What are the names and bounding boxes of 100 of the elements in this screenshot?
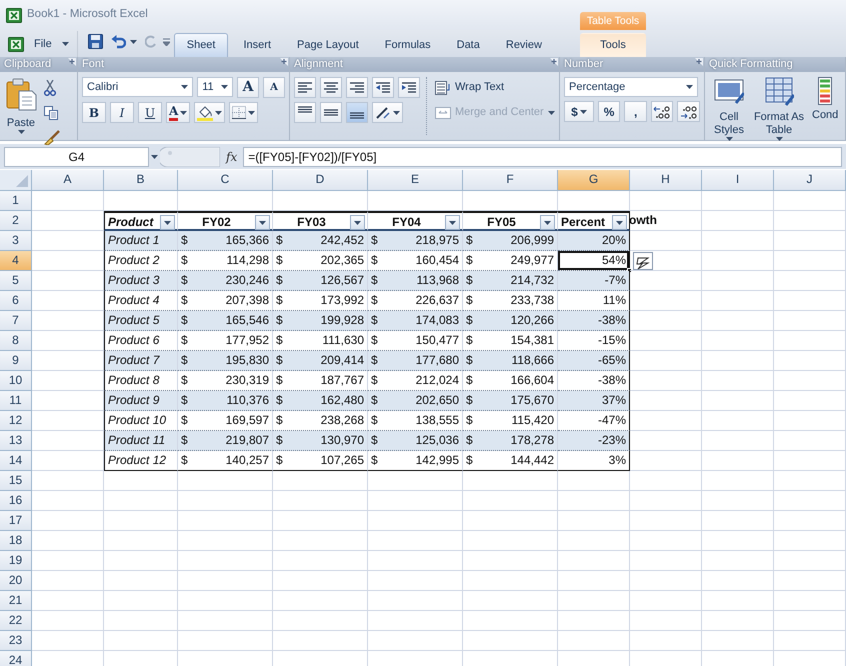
caret-icon [776,137,782,141]
row-header[interactable]: 23 [0,631,32,651]
insert-function-button[interactable]: fx [220,148,244,166]
empty-cell [702,551,774,571]
column-header[interactable]: I [702,170,774,191]
row-header[interactable]: 1 [0,191,32,211]
autocorrect-options-button[interactable] [633,252,653,270]
conditional-button[interactable]: Cond [811,77,840,141]
column-header[interactable]: F [463,170,558,191]
column-header[interactable]: E [368,170,463,191]
vertical-align-button[interactable] [346,102,368,123]
borders-button[interactable] [229,102,258,123]
name-box[interactable]: G4 [4,146,149,166]
row-header[interactable]: 9 [0,351,32,371]
ribbon-tab[interactable]: Insert [230,33,284,57]
currency-style-button[interactable]: $ [564,101,594,122]
row-header[interactable]: 14 [0,451,32,471]
format-painter-button[interactable] [42,127,62,148]
bold-button[interactable]: B [82,102,106,123]
fill-color-button[interactable] [194,102,226,123]
number-format-dropdown[interactable]: Percentage [564,77,698,97]
italic-button[interactable]: I [110,102,134,123]
column-header[interactable]: B [104,170,178,191]
row-header[interactable]: 4 [0,251,32,271]
row-header[interactable]: 7 [0,311,32,331]
filter-dropdown-button[interactable] [612,215,627,230]
vertical-align-button[interactable] [320,102,342,123]
formula-field[interactable]: =([FY05]-[FY02])/[FY05] [243,146,842,166]
file-menu-button[interactable]: File [0,31,77,57]
increase-decimal-button[interactable] [650,101,674,122]
dialog-launcher-icon[interactable] [279,57,289,67]
dialog-launcher-icon[interactable] [67,57,77,67]
amount-cell: $ 199,928 [273,311,368,331]
amount-cell: $ 140,257 [178,451,273,471]
filter-dropdown-button[interactable] [445,215,460,230]
toolbar-dropdown-icon[interactable] [162,38,170,46]
ribbon-tab[interactable]: Formulas [372,33,444,57]
row-header[interactable]: 16 [0,491,32,511]
underline-button[interactable]: U [138,102,162,123]
empty-cell [630,611,702,631]
filter-dropdown-button[interactable] [540,215,555,230]
row-header[interactable]: 3 [0,231,32,251]
empty-cell [702,291,774,311]
filter-dropdown-button[interactable] [255,215,270,230]
save-button[interactable] [86,31,105,52]
row-header[interactable]: 20 [0,571,32,591]
row-header[interactable]: 22 [0,611,32,631]
column-header[interactable]: D [273,170,368,191]
column-header[interactable]: G [558,170,630,191]
product-cell: Product 7 [104,351,178,371]
align-left-button[interactable] [294,77,316,98]
row-header[interactable]: 15 [0,471,32,491]
font-color-button[interactable]: A [166,102,190,123]
grow-font-button[interactable]: A [237,77,259,98]
row-header[interactable]: 6 [0,291,32,311]
caret-icon [181,85,188,89]
row-header[interactable]: 11 [0,391,32,411]
decrease-decimal-button[interactable] [677,101,700,122]
wrap-text-button[interactable]: Wrap Text [433,77,557,98]
row-header[interactable]: 17 [0,511,32,531]
align-right-button[interactable] [346,77,368,98]
font-family-dropdown[interactable]: Calibri [82,77,194,97]
empty-cell [774,471,846,491]
dialog-launcher-icon[interactable] [694,57,704,67]
column-header[interactable]: H [630,170,702,191]
percent-style-button[interactable]: % [598,101,620,122]
row-header[interactable]: 13 [0,431,32,451]
column-header[interactable]: J [774,170,846,191]
ribbon-tab[interactable]: Data [444,33,493,57]
ribbon-tab[interactable]: Page Layout [284,33,372,57]
ribbon-tab[interactable]: Review [492,33,555,57]
comma-style-button[interactable]: , [624,101,647,122]
filter-dropdown-button[interactable] [160,215,175,230]
dialog-launcher-icon[interactable] [549,57,559,67]
growth-cell: 20% [558,231,630,251]
ribbon-tab[interactable]: Sheet [174,33,228,57]
orientation-button[interactable] [372,102,403,123]
increase-indent-button[interactable] [398,77,420,98]
row-header[interactable]: 12 [0,411,32,431]
align-center-button[interactable] [320,77,342,98]
ribbon-tab[interactable]: Tools [580,33,646,57]
table-header-cell: owth [629,213,657,227]
row-header[interactable]: 5 [0,271,32,291]
row-header[interactable]: 2 [0,211,32,231]
font-size-dropdown[interactable]: 11 [197,77,233,97]
row-header[interactable]: 19 [0,551,32,571]
caret-icon [354,220,361,224]
column-header[interactable]: C [178,170,273,191]
format-table-button[interactable]: Format As Table [750,77,808,141]
column-header[interactable]: A [32,170,104,191]
cell-styles-button[interactable]: Cell Styles [711,77,747,141]
row-header[interactable]: 10 [0,371,32,391]
row-header[interactable]: 8 [0,331,32,351]
row-header[interactable]: 24 [0,651,32,666]
decrease-indent-button[interactable] [372,77,394,98]
row-header[interactable]: 18 [0,531,32,551]
shrink-font-button[interactable]: A [263,77,285,98]
filter-dropdown-button[interactable] [350,215,365,230]
row-header[interactable]: 21 [0,591,32,611]
vertical-align-button[interactable] [294,102,316,123]
